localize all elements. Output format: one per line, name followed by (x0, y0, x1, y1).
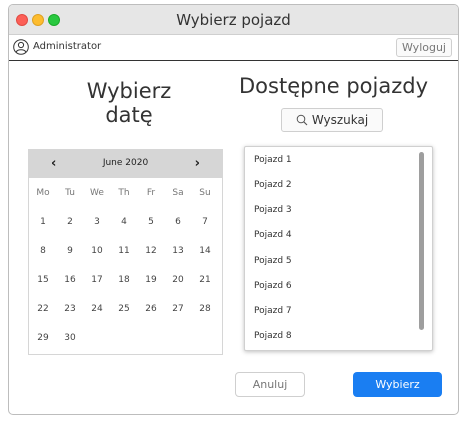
day-cell[interactable]: 8 (30, 246, 56, 256)
day-cell[interactable]: 2 (57, 217, 83, 227)
day-cell[interactable]: 11 (111, 246, 137, 256)
weekday-label: Fr (146, 187, 156, 198)
day-cell[interactable]: 29 (30, 333, 56, 343)
week-row: 29 30 (29, 323, 222, 352)
day-cell[interactable]: 18 (111, 275, 137, 285)
week-row: 15 16 17 18 19 20 21 (29, 265, 222, 294)
vehicle-list-item[interactable]: Pojazd 3 (254, 205, 292, 215)
day-cell[interactable]: 30 (57, 333, 83, 343)
search-button-label: Wyszukaj (311, 113, 369, 127)
calendar-header: ‹ June 2020 › (29, 150, 222, 178)
vehicle-list-item[interactable]: Pojazd 2 (254, 180, 292, 190)
day-cell[interactable]: 15 (30, 275, 56, 285)
week-row: 8 9 10 11 12 13 14 (29, 236, 222, 265)
week-row: 1 2 3 4 5 6 7 (29, 207, 222, 236)
day-cell[interactable]: 27 (165, 304, 191, 314)
week-row: 22 23 24 25 26 27 28 (29, 294, 222, 323)
user-icon (13, 39, 29, 55)
vehicle-list[interactable]: Pojazd 1 Pojazd 2 Pojazd 3 Pojazd 4 Poja… (244, 146, 433, 351)
username-label: Administrator (33, 41, 102, 52)
day-cell[interactable]: 9 (57, 246, 83, 256)
day-cell[interactable]: 22 (30, 304, 56, 314)
cancel-button[interactable]: Anuluj (235, 372, 305, 397)
day-cell[interactable]: 7 (192, 217, 218, 227)
next-month-button[interactable]: › (195, 156, 200, 171)
vehicle-list-item[interactable]: Pojazd 6 (254, 281, 292, 291)
day-cell[interactable]: 4 (111, 217, 137, 227)
day-cell[interactable]: 24 (84, 304, 110, 314)
date-heading: Wybierz datę (69, 79, 189, 127)
day-cell[interactable]: 6 (165, 217, 191, 227)
date-heading-line1: Wybierz (86, 79, 172, 103)
day-cell[interactable]: 12 (138, 246, 164, 256)
day-cell[interactable]: 16 (57, 275, 83, 285)
date-picker: ‹ June 2020 › Mo Tu We Th Fr Sa Su 1 2 3… (28, 149, 223, 355)
day-cell[interactable]: 25 (111, 304, 137, 314)
vehicles-heading: Dostępne pojazdy (239, 74, 429, 98)
date-heading-line2: datę (105, 103, 153, 127)
day-cell[interactable]: 14 (192, 246, 218, 256)
weekday-row: Mo Tu We Th Fr Sa Su (29, 178, 222, 207)
day-cell[interactable]: 17 (84, 275, 110, 285)
day-cell[interactable]: 19 (138, 275, 164, 285)
logout-button[interactable]: Wyloguj (396, 38, 452, 57)
weekday-label: Th (118, 187, 130, 198)
window-title: Wybierz pojazd (176, 11, 291, 29)
vehicle-list-scrollbar[interactable] (419, 152, 424, 330)
app-window: Wybierz pojazd Administrator Wyloguj Wyb… (8, 4, 459, 415)
vehicle-list-item[interactable]: Pojazd 7 (254, 306, 292, 316)
weekday-label: Tu (65, 187, 75, 198)
user-bar: Administrator Wyloguj (9, 35, 458, 61)
weekday-label: Sa (172, 187, 184, 198)
day-cell[interactable]: 28 (192, 304, 218, 314)
weekday-label: We (90, 187, 104, 198)
title-bar: Wybierz pojazd (9, 5, 458, 35)
vehicle-list-item[interactable]: Pojazd 8 (254, 331, 292, 341)
day-cell[interactable]: 1 (30, 217, 56, 227)
day-cell[interactable]: 26 (138, 304, 164, 314)
day-cell[interactable]: 3 (84, 217, 110, 227)
weekday-label: Su (199, 187, 211, 198)
day-cell[interactable]: 5 (138, 217, 164, 227)
search-icon (296, 114, 308, 126)
day-cell[interactable]: 21 (192, 275, 218, 285)
day-cell[interactable]: 20 (165, 275, 191, 285)
calendar-month-label: June 2020 (102, 158, 149, 168)
day-cell[interactable]: 10 (84, 246, 110, 256)
vehicle-list-item[interactable]: Pojazd 4 (254, 230, 292, 240)
vehicle-list-item[interactable]: Pojazd 5 (254, 256, 292, 266)
calendar-grid: Mo Tu We Th Fr Sa Su 1 2 3 4 5 6 7 8 9 1… (29, 178, 222, 352)
weekday-label: Mo (36, 187, 50, 198)
search-button[interactable]: Wyszukaj (281, 108, 383, 132)
vehicle-list-item[interactable]: Pojazd 1 (254, 155, 292, 165)
day-cell[interactable]: 13 (165, 246, 191, 256)
day-cell[interactable]: 23 (57, 304, 83, 314)
choose-button[interactable]: Wybierz (353, 372, 442, 397)
